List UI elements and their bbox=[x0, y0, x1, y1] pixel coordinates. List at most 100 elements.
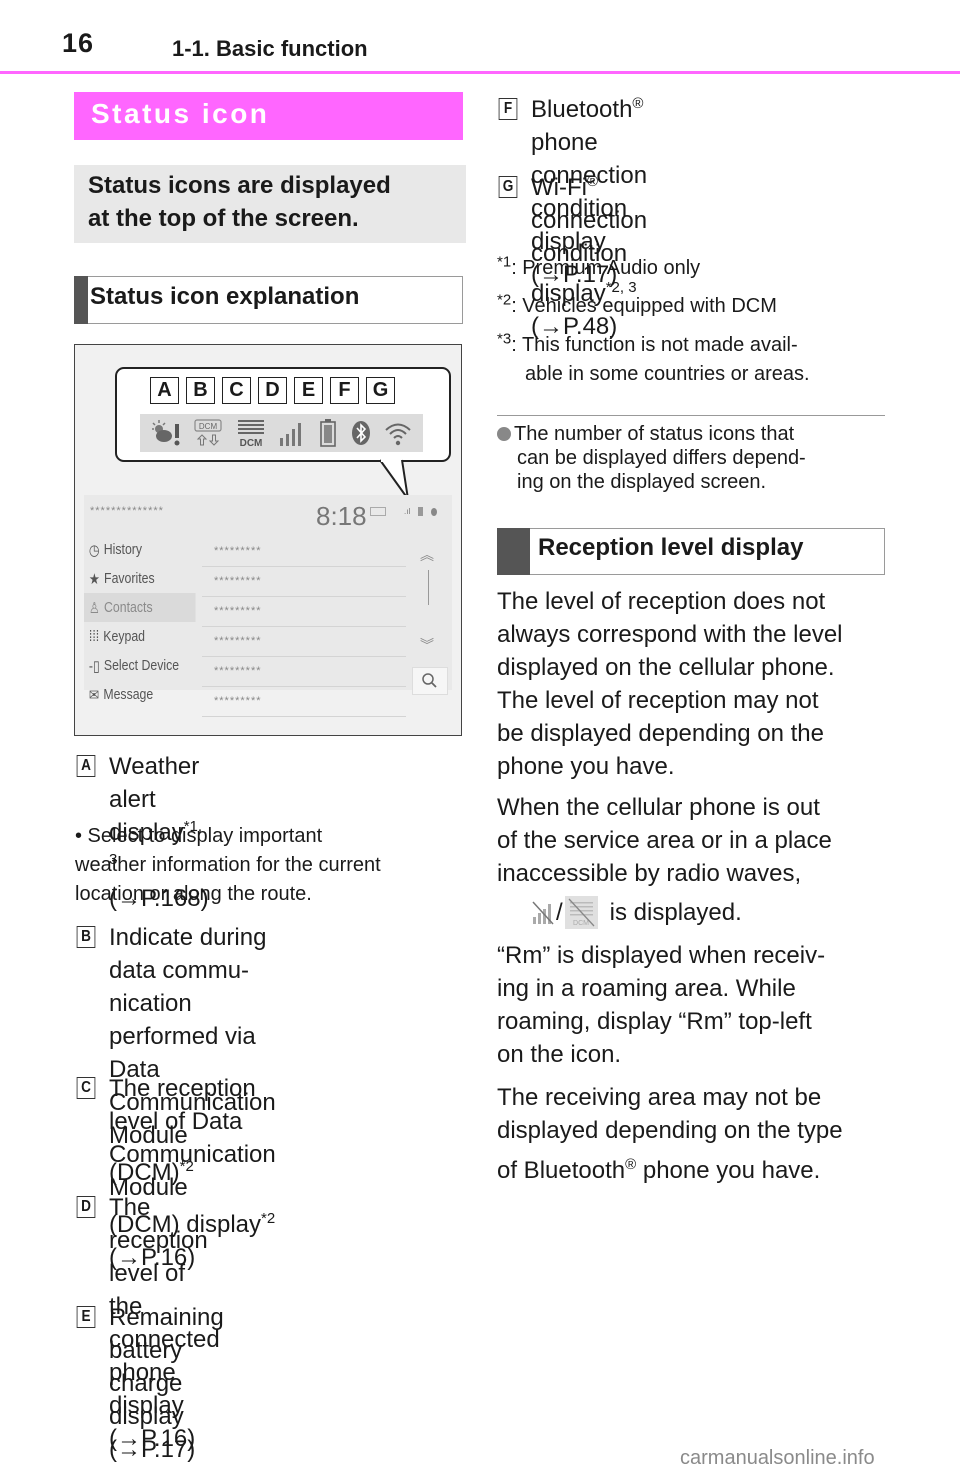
list-item[interactable]: ********* bbox=[202, 627, 406, 657]
wifi-icon bbox=[385, 423, 411, 446]
footnote-text: : This function is not made avail- bbox=[511, 334, 798, 356]
item-text: Bluetooth bbox=[531, 96, 633, 123]
letter-label: A bbox=[150, 377, 179, 404]
paragraph-line: displayed depending on the type bbox=[497, 1117, 843, 1144]
paragraph-out-of-area: When the cellular phone is out of the se… bbox=[497, 791, 897, 929]
person-icon: ♙ bbox=[88, 599, 100, 617]
envelope-icon: ✉ bbox=[88, 686, 100, 704]
paragraph-line: of the service area or in a place bbox=[497, 827, 832, 854]
note-line: ing on the displayed screen. bbox=[517, 471, 767, 493]
registered-mark: ® bbox=[632, 95, 644, 112]
footnote-mark: *1 bbox=[497, 253, 512, 271]
footnote-text: : Vehicles equipped with DCM bbox=[511, 295, 777, 317]
note-line: can be displayed differs depend- bbox=[517, 447, 806, 469]
search-icon bbox=[422, 673, 437, 688]
label-box-e: E bbox=[76, 1306, 96, 1328]
item-text: display (→P.17) bbox=[109, 1403, 196, 1463]
note-line: weather information for the current bbox=[75, 854, 381, 876]
paragraph-line: of Bluetooth bbox=[497, 1157, 626, 1184]
subheading-reception-level: Reception level display bbox=[497, 528, 885, 575]
device-icon: -▯ bbox=[88, 657, 100, 675]
paragraph-line: ing in a roaming area. While bbox=[497, 975, 796, 1002]
weather-alert-icon bbox=[151, 420, 180, 446]
scrollbar[interactable] bbox=[428, 570, 429, 605]
bluetooth-icon bbox=[351, 421, 370, 445]
label-box-d: D bbox=[76, 1196, 96, 1218]
intro-line: Status icons are displayed bbox=[88, 172, 391, 199]
page-number: 16 bbox=[62, 28, 95, 58]
menu-label: Contacts bbox=[104, 599, 153, 616]
note-line: The number of status icons that bbox=[514, 423, 795, 445]
list-item[interactable]: ********* bbox=[202, 597, 406, 627]
phone-screen: ************** 8:18 .ıl ◷ History ★ Favori… bbox=[84, 495, 452, 717]
item-text: Remaining battery charge bbox=[109, 1304, 224, 1397]
subheading-text: Reception level display bbox=[538, 534, 804, 561]
paragraph-line: inaccessible by radio waves, bbox=[497, 860, 802, 887]
menu-label: Keypad bbox=[103, 628, 146, 645]
menu-label: Message bbox=[103, 686, 154, 703]
callout-bubble: A B C D E F G DCM DCM bbox=[115, 367, 451, 462]
item-text: Indicate during data commu- bbox=[109, 924, 267, 984]
label-box-a: A bbox=[76, 755, 96, 777]
paragraph-line: When the cellular phone is out bbox=[497, 794, 820, 821]
footnote-3: *3: This function is not made avail- abl… bbox=[497, 331, 810, 389]
paragraph-line: The level of reception does not bbox=[497, 588, 826, 615]
footnote-mark: *3 bbox=[497, 330, 512, 348]
label-box-g: G bbox=[498, 176, 518, 198]
paragraph-line: always correspond with the level bbox=[497, 621, 843, 648]
note-bullet: The number of status icons that can be d… bbox=[497, 422, 887, 494]
note-line: location or along the route. bbox=[75, 883, 312, 905]
menu-item-keypad[interactable]: ⁞⁞⁞ Keypad bbox=[84, 622, 174, 651]
label-box-c: C bbox=[76, 1077, 96, 1099]
paragraph-line: roaming, display “Rm” top-left bbox=[497, 1008, 812, 1035]
menu-item-select-device[interactable]: -▯ Select Device bbox=[84, 651, 179, 680]
letter-label: F bbox=[330, 377, 359, 404]
footnote-ref: *2 bbox=[261, 1210, 276, 1227]
registered-mark: ® bbox=[586, 173, 599, 190]
paragraph-line: phone you have. bbox=[497, 753, 675, 780]
footnote-text: : Premium Audio only bbox=[511, 257, 701, 279]
paragraph-bluetooth: The receiving area may not be displayed … bbox=[497, 1081, 897, 1187]
menu-item-message[interactable]: ✉ Message bbox=[84, 680, 174, 709]
item-text: Wi-Fi bbox=[531, 174, 587, 201]
list-item[interactable]: ********* bbox=[202, 567, 406, 597]
scroll-up-icon[interactable]: ︽ bbox=[420, 545, 434, 565]
watermark[interactable]: carmanualsonline.info bbox=[680, 1447, 875, 1470]
menu-item-favorites[interactable]: ★ Favorites bbox=[84, 564, 174, 593]
list-item[interactable]: ********* bbox=[202, 657, 406, 687]
menu-item-history[interactable]: ◷ History bbox=[84, 535, 174, 564]
contact-list: ********* ********* ********* ********* … bbox=[202, 537, 406, 717]
item-a-note: • Select to display important weather in… bbox=[75, 822, 381, 909]
dcm-mini-icon bbox=[370, 507, 386, 516]
list-item[interactable]: ********* bbox=[202, 687, 406, 717]
paragraph-roaming: “Rm” is displayed when receiv- ing in a … bbox=[497, 939, 897, 1071]
clock-icon: ◷ bbox=[88, 541, 100, 559]
note-line: • Select to display important bbox=[75, 825, 323, 847]
subheading-text: Status icon explanation bbox=[90, 283, 360, 310]
paragraph-line: be displayed depending on the bbox=[497, 720, 824, 747]
section-heading-status-icon: Status icon bbox=[74, 92, 463, 140]
battery-mini-icon bbox=[418, 507, 424, 516]
label-box-b: B bbox=[76, 926, 96, 948]
letter-label: C bbox=[222, 377, 251, 404]
star-icon: ★ bbox=[88, 570, 100, 588]
paragraph-line: is displayed. bbox=[609, 899, 742, 926]
footnote-1: *1: Premium Audio only bbox=[497, 254, 700, 283]
menu-label: Select Device bbox=[103, 657, 180, 674]
label-box-f: F bbox=[498, 98, 518, 120]
dcm-data-transfer-icon: DCM bbox=[194, 419, 222, 446]
slash: / bbox=[556, 899, 563, 926]
paragraph-line: on the icon. bbox=[497, 1041, 622, 1068]
search-button[interactable] bbox=[412, 667, 448, 695]
screen-title: ************** bbox=[90, 505, 164, 517]
scroll-down-icon[interactable]: ︾ bbox=[420, 635, 434, 655]
list-item[interactable]: ********* bbox=[202, 537, 406, 567]
svg-text:DCM: DCM bbox=[199, 422, 218, 431]
footnote-2: *2: Vehicles equipped with DCM bbox=[497, 292, 777, 321]
header-rule bbox=[0, 71, 960, 74]
menu-label: History bbox=[103, 541, 143, 558]
menu-item-contacts[interactable]: ♙ Contacts bbox=[84, 593, 196, 622]
screen-clock: 8:18 bbox=[316, 501, 367, 531]
letter-label: E bbox=[294, 377, 323, 404]
svg-text:DCM: DCM bbox=[573, 920, 589, 927]
